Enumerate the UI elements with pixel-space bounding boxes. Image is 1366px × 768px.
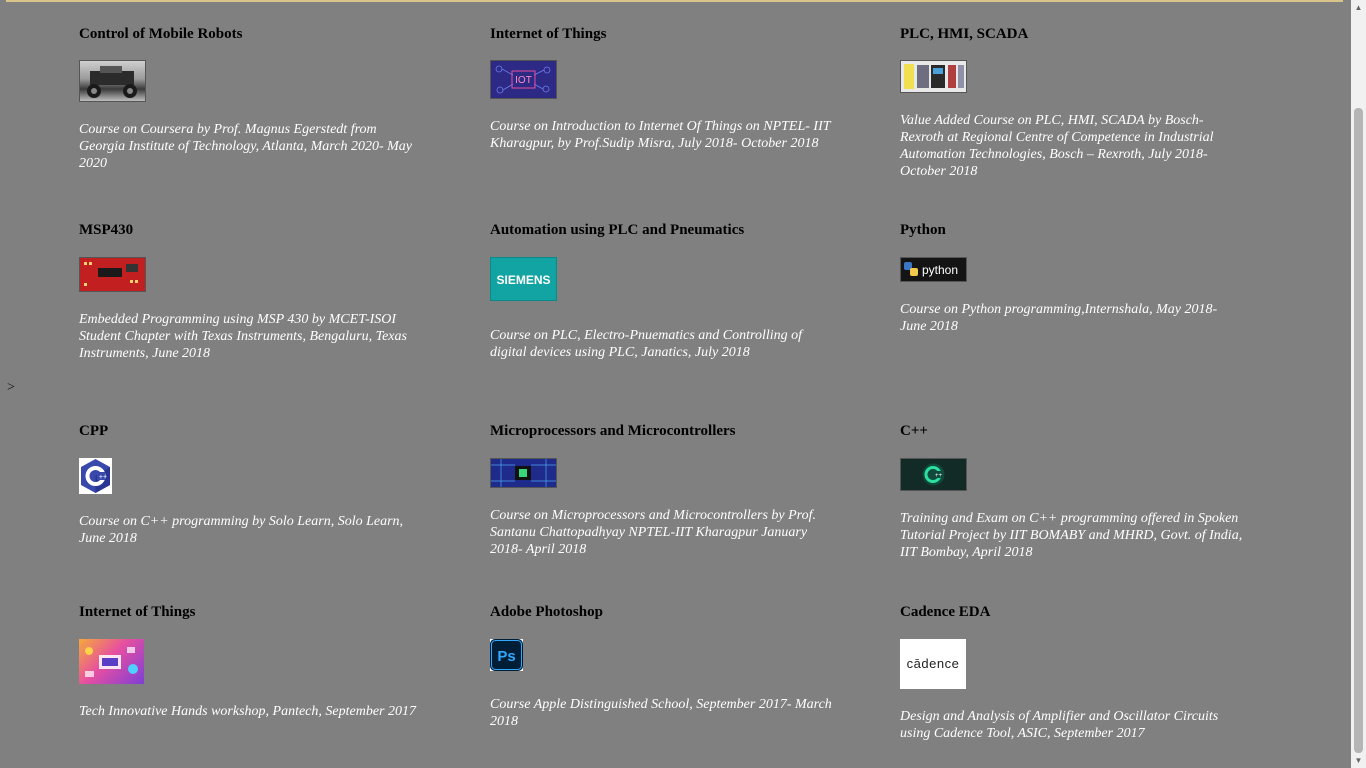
iot-image-label: IOT bbox=[515, 75, 532, 86]
scroll-up-arrow-icon[interactable]: ▲ bbox=[1351, 0, 1366, 15]
course-card: PLC, HMI, SCADA Value Added Course on PL… bbox=[900, 25, 1245, 180]
course-description: Embedded Programming using MSP 430 by MC… bbox=[79, 312, 407, 361]
scrollbar-thumb[interactable] bbox=[1354, 108, 1363, 753]
course-card: Python python Course on Python programmi… bbox=[900, 221, 1245, 335]
course-title: C++ bbox=[900, 423, 928, 439]
course-card: Cadence EDA cādence Design and Analysis … bbox=[900, 603, 1245, 742]
course-card: Internet of Things IOT Course on Introdu… bbox=[490, 25, 835, 152]
course-title: Microprocessors and Microcontrollers bbox=[490, 423, 736, 439]
scroll-down-arrow-icon[interactable]: ▼ bbox=[1351, 753, 1366, 768]
course-title: Internet of Things bbox=[79, 604, 196, 620]
course-description: Course on Coursera by Prof. Magnus Egers… bbox=[79, 122, 412, 171]
cpp-logo: ++ bbox=[79, 458, 112, 494]
svg-text:++: ++ bbox=[99, 474, 107, 481]
course-card: Adobe Photoshop Ps Course Apple Distingu… bbox=[490, 603, 835, 730]
course-description: Course on C++ programming by Solo Learn,… bbox=[79, 514, 404, 546]
course-title: Adobe Photoshop bbox=[490, 604, 603, 620]
course-title: Internet of Things bbox=[490, 26, 607, 42]
cadence-logo-label: cādence bbox=[907, 656, 960, 671]
course-card: C++ ++ Training and Exam on C++ programm… bbox=[900, 422, 1245, 561]
course-title: Automation using PLC and Pneumatics bbox=[490, 222, 745, 238]
photoshop-logo: Ps bbox=[490, 639, 523, 671]
course-description: Course on Introduction to Internet Of Th… bbox=[490, 119, 831, 151]
course-title: Python bbox=[900, 222, 946, 238]
course-description: Course on Microprocessors and Microcontr… bbox=[490, 508, 816, 557]
course-card: MSP430 Embedded Programming using MSP 43… bbox=[79, 221, 424, 362]
iot-image: IOT bbox=[490, 60, 557, 99]
course-card: CPP ++ Course on C++ programming by Solo… bbox=[79, 422, 424, 547]
course-card: Automation using PLC and Pneumatics SIEM… bbox=[490, 221, 835, 361]
course-description: Tech Innovative Hands workshop, Pantech,… bbox=[79, 704, 416, 719]
siemens-logo: SIEMENS bbox=[490, 257, 557, 301]
siemens-logo-label: SIEMENS bbox=[496, 273, 550, 287]
course-title: CPP bbox=[79, 423, 109, 439]
course-description: Design and Analysis of Amplifier and Osc… bbox=[900, 709, 1219, 741]
top-accent-rule bbox=[6, 0, 1343, 2]
mobile-robot-image bbox=[79, 60, 146, 102]
photoshop-logo-label: Ps bbox=[497, 648, 515, 665]
course-description: Value Added Course on PLC, HMI, SCADA by… bbox=[900, 113, 1214, 179]
course-title: Cadence EDA bbox=[900, 604, 991, 620]
vertical-scrollbar[interactable]: ▲ ▼ bbox=[1351, 0, 1366, 768]
course-card: Internet of Things Tech Innovative Hands… bbox=[79, 603, 424, 720]
course-description: Course Apple Distinguished School, Septe… bbox=[490, 697, 832, 729]
course-description: Course on Python programming,Internshala… bbox=[900, 302, 1218, 334]
python-logo: python bbox=[900, 257, 967, 282]
course-card: Microprocessors and Microcontrollers Cou… bbox=[490, 422, 835, 558]
plc-hardware-image bbox=[900, 60, 967, 93]
svg-text:++: ++ bbox=[935, 473, 943, 479]
stray-text: > bbox=[7, 380, 15, 395]
cpp-green-logo: ++ bbox=[900, 458, 967, 491]
course-description: Course on PLC, Electro-Pnuematics and Co… bbox=[490, 328, 803, 360]
course-description: Training and Exam on C++ programming off… bbox=[900, 511, 1243, 560]
microchip-image bbox=[490, 458, 557, 488]
iot-illustration-image bbox=[79, 639, 144, 684]
python-logo-label: python bbox=[922, 263, 958, 277]
course-title: MSP430 bbox=[79, 222, 134, 238]
course-title: PLC, HMI, SCADA bbox=[900, 26, 1029, 42]
course-card: Control of Mobile Robots Course on Cours… bbox=[79, 25, 424, 172]
cadence-logo: cādence bbox=[900, 639, 966, 689]
course-title: Control of Mobile Robots bbox=[79, 26, 243, 42]
msp430-board-image bbox=[79, 257, 146, 292]
